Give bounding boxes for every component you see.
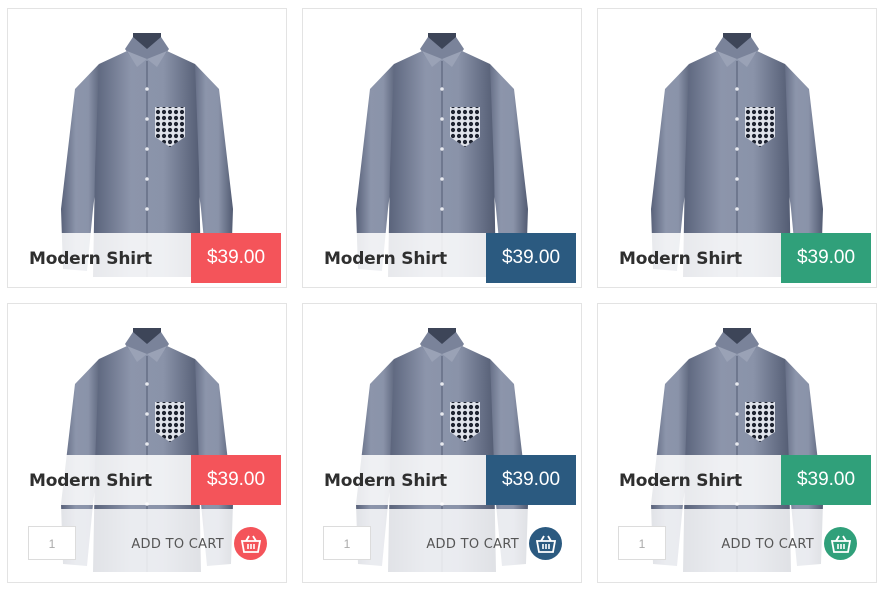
quantity-input[interactable]: 1 (28, 526, 76, 560)
add-to-cart-label[interactable]: ADD TO CART (131, 537, 224, 552)
basket-icon[interactable] (234, 527, 267, 560)
product-info-bar: Modern Shirt $39.00 (8, 455, 286, 505)
add-to-cart-button[interactable]: ADD TO CART (426, 527, 562, 560)
product-card[interactable]: Modern Shirt $39.00 1 ADD TO CART (597, 303, 877, 583)
add-to-cart-button[interactable]: ADD TO CART (721, 527, 857, 560)
price-badge: $39.00 (486, 455, 576, 505)
product-name[interactable]: Modern Shirt (619, 471, 742, 491)
product-name[interactable]: Modern Shirt (29, 249, 152, 269)
product-info-bar: Modern Shirt $39.00 (8, 233, 286, 283)
basket-icon[interactable] (824, 527, 857, 560)
product-name[interactable]: Modern Shirt (324, 471, 447, 491)
product-name[interactable]: Modern Shirt (619, 249, 742, 269)
product-name[interactable]: Modern Shirt (29, 471, 152, 491)
quantity-input[interactable]: 1 (618, 526, 666, 560)
product-card[interactable]: Modern Shirt $39.00 (302, 8, 582, 288)
add-to-cart-label[interactable]: ADD TO CART (426, 537, 519, 552)
price-badge: $39.00 (191, 455, 281, 505)
add-to-cart-button[interactable]: ADD TO CART (131, 527, 267, 560)
product-info-bar: Modern Shirt $39.00 (303, 233, 581, 283)
basket-icon[interactable] (529, 527, 562, 560)
product-card[interactable]: Modern Shirt $39.00 (7, 8, 287, 288)
quantity-input[interactable]: 1 (323, 526, 371, 560)
product-info-bar: Modern Shirt $39.00 (598, 455, 876, 505)
add-to-cart-label[interactable]: ADD TO CART (721, 537, 814, 552)
price-badge: $39.00 (781, 233, 871, 283)
product-card[interactable]: Modern Shirt $39.00 (597, 8, 877, 288)
price-badge: $39.00 (781, 455, 871, 505)
product-card[interactable]: Modern Shirt $39.00 1 ADD TO CART (302, 303, 582, 583)
cart-row: 1 ADD TO CART (8, 509, 286, 579)
price-badge: $39.00 (191, 233, 281, 283)
product-name[interactable]: Modern Shirt (324, 249, 447, 269)
cart-row: 1 ADD TO CART (598, 509, 876, 579)
product-info-bar: Modern Shirt $39.00 (303, 455, 581, 505)
cart-row: 1 ADD TO CART (303, 509, 581, 579)
product-info-bar: Modern Shirt $39.00 (598, 233, 876, 283)
price-badge: $39.00 (486, 233, 576, 283)
product-card[interactable]: Modern Shirt $39.00 1 ADD TO CART (7, 303, 287, 583)
